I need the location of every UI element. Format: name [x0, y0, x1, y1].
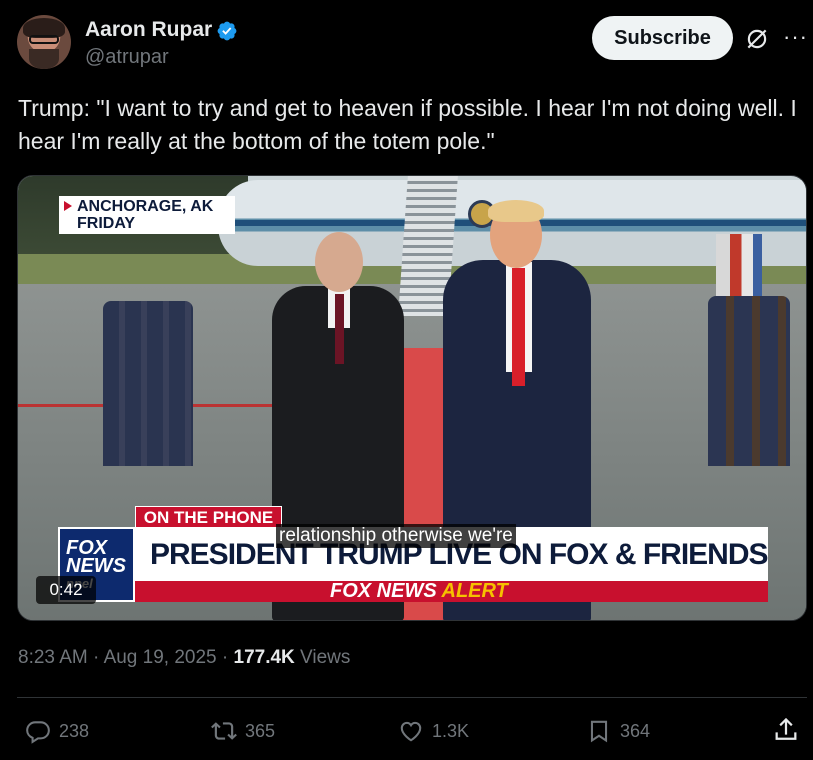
reply-button[interactable]: 238: [25, 716, 89, 746]
retweet-button[interactable]: 365: [211, 716, 275, 746]
tweet-time[interactable]: 8:23 AM: [18, 647, 88, 668]
heart-icon: [400, 721, 422, 742]
bookmark-count: 364: [620, 720, 651, 741]
reply-icon: [26, 721, 50, 744]
honor-guard-left: [103, 301, 193, 466]
bookmark-button[interactable]: 364: [586, 716, 650, 746]
person-left-head: [315, 232, 363, 292]
grok-icon[interactable]: [744, 26, 770, 52]
on-the-phone-tag: ON THE PHONE: [135, 506, 282, 528]
author-handle[interactable]: @atrupar: [85, 46, 169, 69]
author-name[interactable]: Aaron Rupar: [85, 18, 212, 42]
person-right-tie: [512, 268, 525, 386]
like-button[interactable]: 1.3K: [398, 716, 469, 746]
alert-text: FOX NEWS ALERT: [330, 580, 508, 603]
tweet-date[interactable]: Aug 19, 2025: [104, 647, 217, 668]
views-count: 177.4K: [233, 647, 295, 668]
avatar-glasses: [29, 35, 59, 44]
tweet-text: Trump: "I want to try and get to heaven …: [18, 95, 797, 154]
video-caption: relationship otherwise we're: [276, 524, 516, 548]
location-line2: FRIDAY: [77, 215, 136, 232]
meta-separator: ·: [87, 647, 104, 668]
views-label: Views: [294, 647, 351, 668]
video-time-remaining: 0:42: [36, 576, 96, 604]
retweet-icon: [211, 722, 237, 740]
person-right-hair: [488, 200, 544, 222]
share-icon[interactable]: [772, 716, 800, 744]
honor-guard-right: [708, 296, 790, 466]
reply-count: 238: [59, 720, 90, 741]
retweet-count: 365: [245, 720, 276, 741]
triangle-icon: [64, 201, 72, 211]
alert-prefix: FOX NEWS: [330, 580, 437, 602]
verified-badge-icon: [217, 21, 237, 41]
location-line1: ANCHORAGE, AK: [77, 198, 214, 215]
video-player[interactable]: ANCHORAGE, AK FRIDAY ON THE PHONE FOX NE…: [17, 175, 807, 621]
tweet-meta: 8:23 AM · Aug 19, 2025 · 177.4K Views: [18, 647, 350, 669]
alert-word: ALERT: [441, 580, 508, 602]
person-left-tie: [335, 294, 344, 364]
bookmark-icon: [590, 720, 608, 743]
author-avatar[interactable]: [17, 15, 71, 69]
avatar-beard: [29, 49, 59, 69]
divider: [17, 697, 807, 698]
like-count: 1.3K: [432, 720, 470, 741]
subscribe-button[interactable]: Subscribe: [592, 16, 733, 60]
channel-logo-line2: NEWS: [66, 555, 126, 577]
more-options-icon[interactable]: ···: [783, 24, 808, 50]
meta-separator-2: ·: [216, 647, 234, 668]
location-tag: ANCHORAGE, AK FRIDAY: [59, 196, 235, 234]
